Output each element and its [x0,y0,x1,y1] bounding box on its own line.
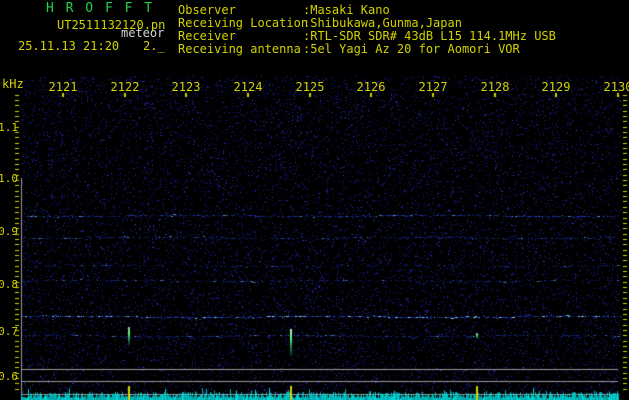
station-info-value: :RTL-SDR SDR# 43dB L15 114.1MHz USB [303,29,556,43]
station-info-value: :Shibukawa,Gunma,Japan [303,16,462,30]
station-info-label: Receiving Location [178,16,309,30]
station-info-value: :Masaki Kano [303,3,390,17]
counter-label: 2._ [143,39,165,53]
time-tick-label: 2130 [603,80,629,94]
app-title: H R O F F T [46,1,155,16]
freq-tick-label: 0.9 [0,225,18,238]
time-tick-label: 2122 [110,80,140,94]
station-info-label: Receiver [178,29,236,43]
freq-tick-label: 0.7 [0,325,18,338]
station-info-label: Observer [178,3,236,17]
freq-tick-label: 1.1 [0,121,18,134]
capture-datetime: 25.11.13 21:20 [18,39,120,53]
freq-tick-label: 0.8 [0,278,18,291]
hrofft-output: H R O F F T UT2511132120.pn meteor 25.11… [0,0,629,400]
freq-tick-label: 1.0 [0,172,18,185]
time-tick-label: 2126 [356,80,386,94]
time-tick-label: 2128 [480,80,510,94]
meteor-mode-label: meteor [121,26,165,40]
time-tick-label: 2125 [295,80,325,94]
station-info-label: Receiving antenna [178,42,301,56]
station-info-value: :5el Yagi Az 20 for Aomori VOR [303,42,520,56]
freq-tick-label: 0.6 [0,370,18,383]
time-tick-label: 2129 [541,80,571,94]
time-tick-label: 2123 [171,80,201,94]
time-tick-label: 2121 [48,80,78,94]
freq-axis-unit-label: kHz [2,77,24,91]
time-tick-label: 2124 [233,80,263,94]
spectrogram-canvas [0,0,629,400]
time-tick-label: 2127 [418,80,448,94]
